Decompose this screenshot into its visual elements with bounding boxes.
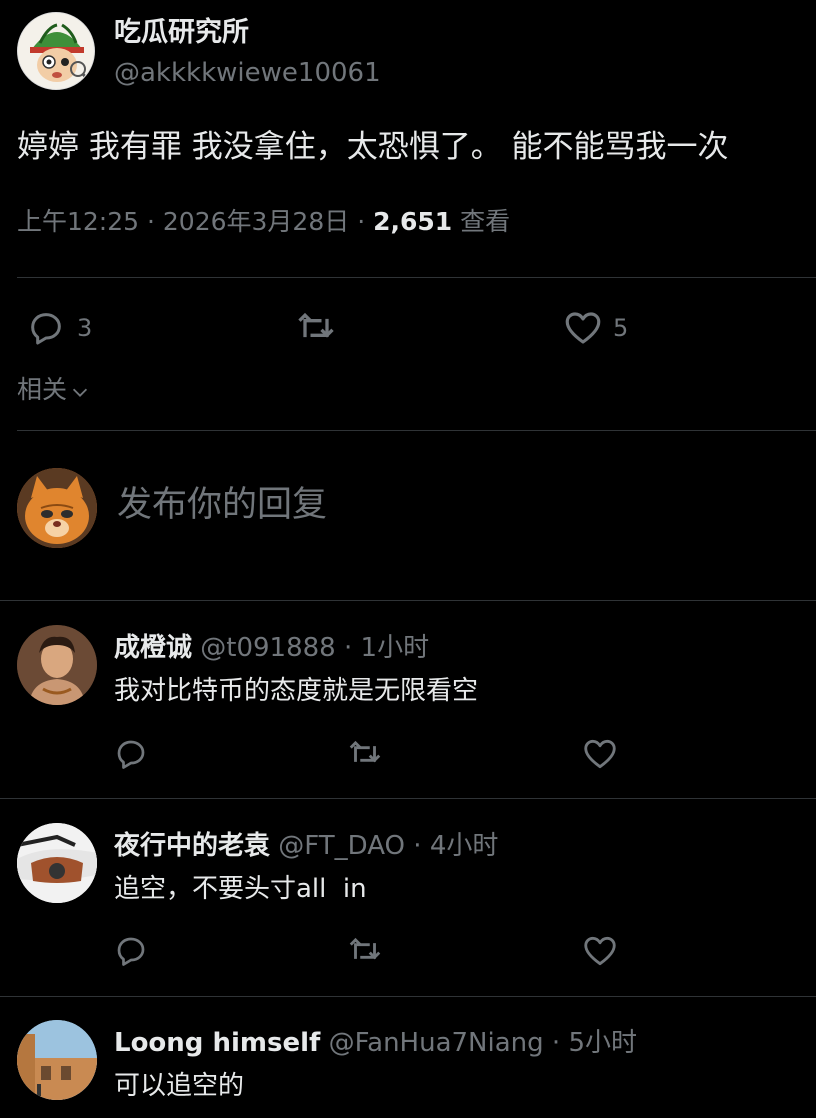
- repost-icon: [298, 312, 334, 338]
- reply-repost-button[interactable]: [346, 932, 384, 970]
- heart-icon: [565, 312, 601, 344]
- like-button[interactable]: [562, 307, 604, 349]
- reply-author-handle[interactable]: @t091888: [200, 633, 335, 663]
- reply-author-handle[interactable]: @FanHua7Niang: [329, 1028, 544, 1058]
- meta-separator: ·: [551, 1028, 561, 1058]
- reply-icon: [117, 740, 145, 769]
- meta-separator: ·: [147, 207, 163, 236]
- reply-time[interactable]: 4小时: [430, 831, 499, 861]
- views-count: 2,651: [373, 207, 453, 236]
- divider: [0, 600, 816, 601]
- reply-author-handle[interactable]: @FT_DAO: [278, 831, 405, 861]
- views-label: 查看: [460, 207, 511, 236]
- reply-count: 3: [77, 314, 93, 342]
- reply-avatar[interactable]: [17, 1020, 97, 1100]
- reply-header: Loong himself @FanHua7Niang · 5小时: [114, 1026, 637, 1060]
- reply-author-name[interactable]: Loong himself: [114, 1028, 320, 1058]
- chevron-down-icon: [72, 388, 88, 397]
- reply-text: 我对比特币的态度就是无限看空: [114, 676, 479, 706]
- reply-time[interactable]: 5小时: [568, 1028, 637, 1058]
- post-text: 婷婷 我有罪 我没拿住，太恐惧了。 能不能骂我一次: [17, 129, 729, 165]
- post-meta: 上午12:25 · 2026年3月28日 · 2,651 查看: [17, 204, 510, 240]
- divider: [17, 277, 816, 278]
- reply-author-name[interactable]: 成橙诚: [114, 633, 192, 663]
- divider: [17, 430, 816, 431]
- meta-separator: ·: [413, 831, 422, 861]
- reply-header: 成橙诚 @t091888 · 1小时: [114, 631, 429, 665]
- reply-avatar[interactable]: [17, 625, 97, 705]
- reply-avatar[interactable]: [17, 823, 97, 903]
- reply-repost-button[interactable]: [346, 735, 384, 773]
- heart-icon: [584, 936, 616, 966]
- post-date[interactable]: 2026年3月28日: [163, 207, 349, 236]
- reply-input[interactable]: 发布你的回复: [117, 483, 327, 527]
- repost-button[interactable]: [294, 306, 338, 350]
- heart-icon: [584, 739, 616, 769]
- reply-text: 可以追空的: [114, 1071, 245, 1101]
- like-count: 5: [613, 314, 629, 342]
- repost-icon: [349, 740, 381, 763]
- relevance-sort-button[interactable]: 相关: [17, 373, 91, 407]
- reply-icon: [31, 313, 61, 345]
- reply-header: 夜行中的老袁 @FT_DAO · 4小时: [114, 829, 498, 863]
- meta-separator: ·: [357, 207, 374, 236]
- reply-text: 追空，不要头寸all in: [114, 874, 367, 904]
- reply-like-button[interactable]: [581, 932, 619, 970]
- reply-button[interactable]: [26, 308, 66, 348]
- reply-author-name[interactable]: 夜行中的老袁: [114, 831, 270, 861]
- my-avatar: [17, 468, 97, 548]
- divider: [0, 798, 816, 799]
- author-handle[interactable]: @akkkkwiewe10061: [114, 56, 381, 90]
- relevance-label: 相关: [17, 375, 68, 404]
- reply-reply-button[interactable]: [113, 736, 149, 772]
- divider: [0, 996, 816, 997]
- meta-separator: ·: [344, 633, 353, 663]
- reply-time[interactable]: 1小时: [361, 633, 430, 663]
- reply-like-button[interactable]: [581, 735, 619, 773]
- author-avatar[interactable]: [17, 12, 95, 90]
- reply-reply-button[interactable]: [113, 933, 149, 969]
- author-name[interactable]: 吃瓜研究所: [114, 16, 249, 50]
- repost-icon: [349, 937, 381, 960]
- reply-icon: [117, 937, 145, 966]
- post-time[interactable]: 上午12:25: [17, 207, 139, 236]
